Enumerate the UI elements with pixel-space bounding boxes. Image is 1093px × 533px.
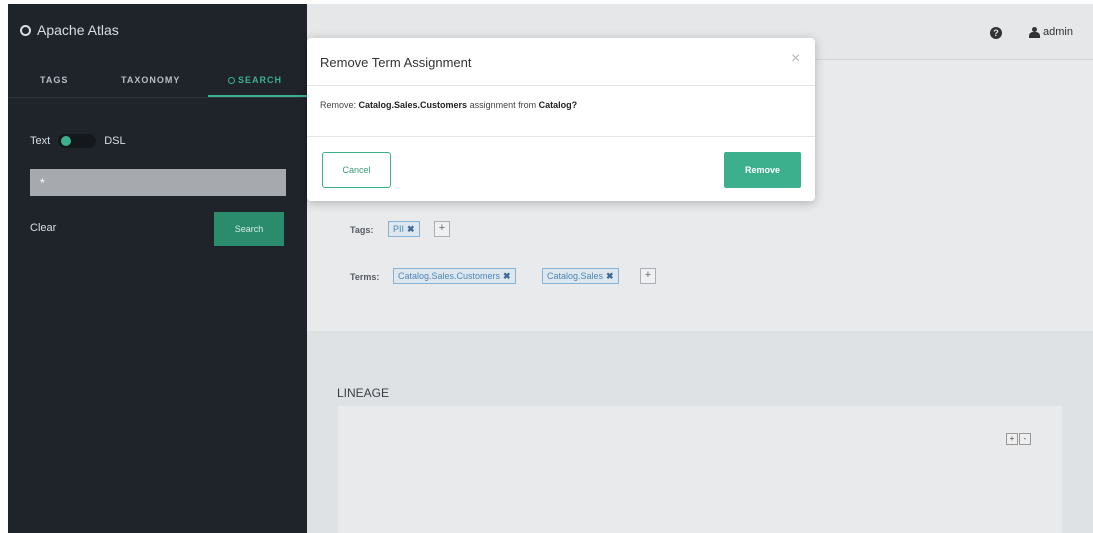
modal-body-middle: assignment from: [467, 100, 539, 110]
remove-term-icon[interactable]: ✖: [606, 271, 614, 281]
toggle-knob: [61, 136, 72, 146]
search-mode-toggle[interactable]: [58, 134, 97, 148]
tag-chip-label: PII: [393, 224, 405, 234]
tags-label: Tags:: [350, 225, 374, 235]
modal-body-target: Catalog?: [538, 100, 578, 110]
modal-body-term: Catalog.Sales.Customers: [358, 100, 468, 110]
modal-title: Remove Term Assignment: [320, 55, 472, 70]
modal-divider: [307, 136, 815, 137]
search-icon: [228, 77, 235, 84]
remove-tag-icon[interactable]: ✖: [407, 224, 415, 234]
tab-search-label: SEARCH: [238, 75, 283, 85]
sidebar: Apache Atlas TAGS TAXONOMY SEARCH Text D…: [8, 4, 307, 533]
active-tab-indicator: [208, 95, 307, 97]
toggle-label-text: Text: [30, 135, 51, 147]
help-icon[interactable]: ?: [990, 27, 1002, 39]
lineage-section: LINEAGE + -: [307, 331, 1093, 533]
zoom-out-button[interactable]: -: [1019, 433, 1031, 445]
app-frame: Apache Atlas TAGS TAXONOMY SEARCH Text D…: [8, 4, 1093, 533]
cancel-button[interactable]: Cancel: [322, 152, 391, 188]
add-tag-button[interactable]: +: [434, 221, 450, 237]
tab-tags[interactable]: TAGS: [40, 75, 68, 85]
term-chip: Catalog.Sales ✖: [542, 268, 619, 284]
zoom-in-button[interactable]: +: [1006, 433, 1018, 445]
tab-taxonomy[interactable]: TAXONOMY: [121, 75, 180, 85]
globe-icon: [20, 24, 31, 36]
add-term-button[interactable]: +: [640, 268, 656, 284]
search-mode-toggle-row: Text DSL: [30, 134, 126, 148]
modal-body: Remove: Catalog.Sales.Customers assignme…: [320, 100, 577, 110]
clear-link[interactable]: Clear: [30, 222, 56, 234]
terms-label: Terms:: [350, 272, 380, 282]
toggle-label-dsl: DSL: [104, 135, 126, 147]
remove-term-modal: Remove Term Assignment × Remove: Catalog…: [307, 38, 815, 201]
lineage-title: LINEAGE: [337, 386, 390, 400]
modal-divider: [307, 85, 815, 86]
user-icon: [1029, 26, 1040, 38]
close-icon[interactable]: ×: [791, 50, 800, 68]
modal-body-prefix: Remove:: [320, 100, 359, 110]
search-query-input[interactable]: [30, 169, 286, 196]
user-name: admin: [1043, 26, 1073, 38]
brand-name: Apache Atlas: [37, 22, 119, 38]
term-chip-label: Catalog.Sales: [547, 271, 604, 281]
lineage-canvas[interactable]: [338, 406, 1062, 533]
tab-search[interactable]: SEARCH: [228, 75, 282, 85]
user-menu[interactable]: admin: [1029, 26, 1073, 38]
search-button[interactable]: Search: [214, 212, 284, 246]
brand[interactable]: Apache Atlas: [20, 22, 119, 38]
tag-chip: PII ✖: [388, 221, 420, 237]
remove-term-icon[interactable]: ✖: [503, 271, 511, 281]
sidebar-tabs: TAGS TAXONOMY SEARCH: [8, 60, 307, 98]
term-chip-label: Catalog.Sales.Customers: [398, 271, 501, 281]
term-chip: Catalog.Sales.Customers ✖: [393, 268, 516, 284]
remove-button[interactable]: Remove: [724, 152, 801, 188]
